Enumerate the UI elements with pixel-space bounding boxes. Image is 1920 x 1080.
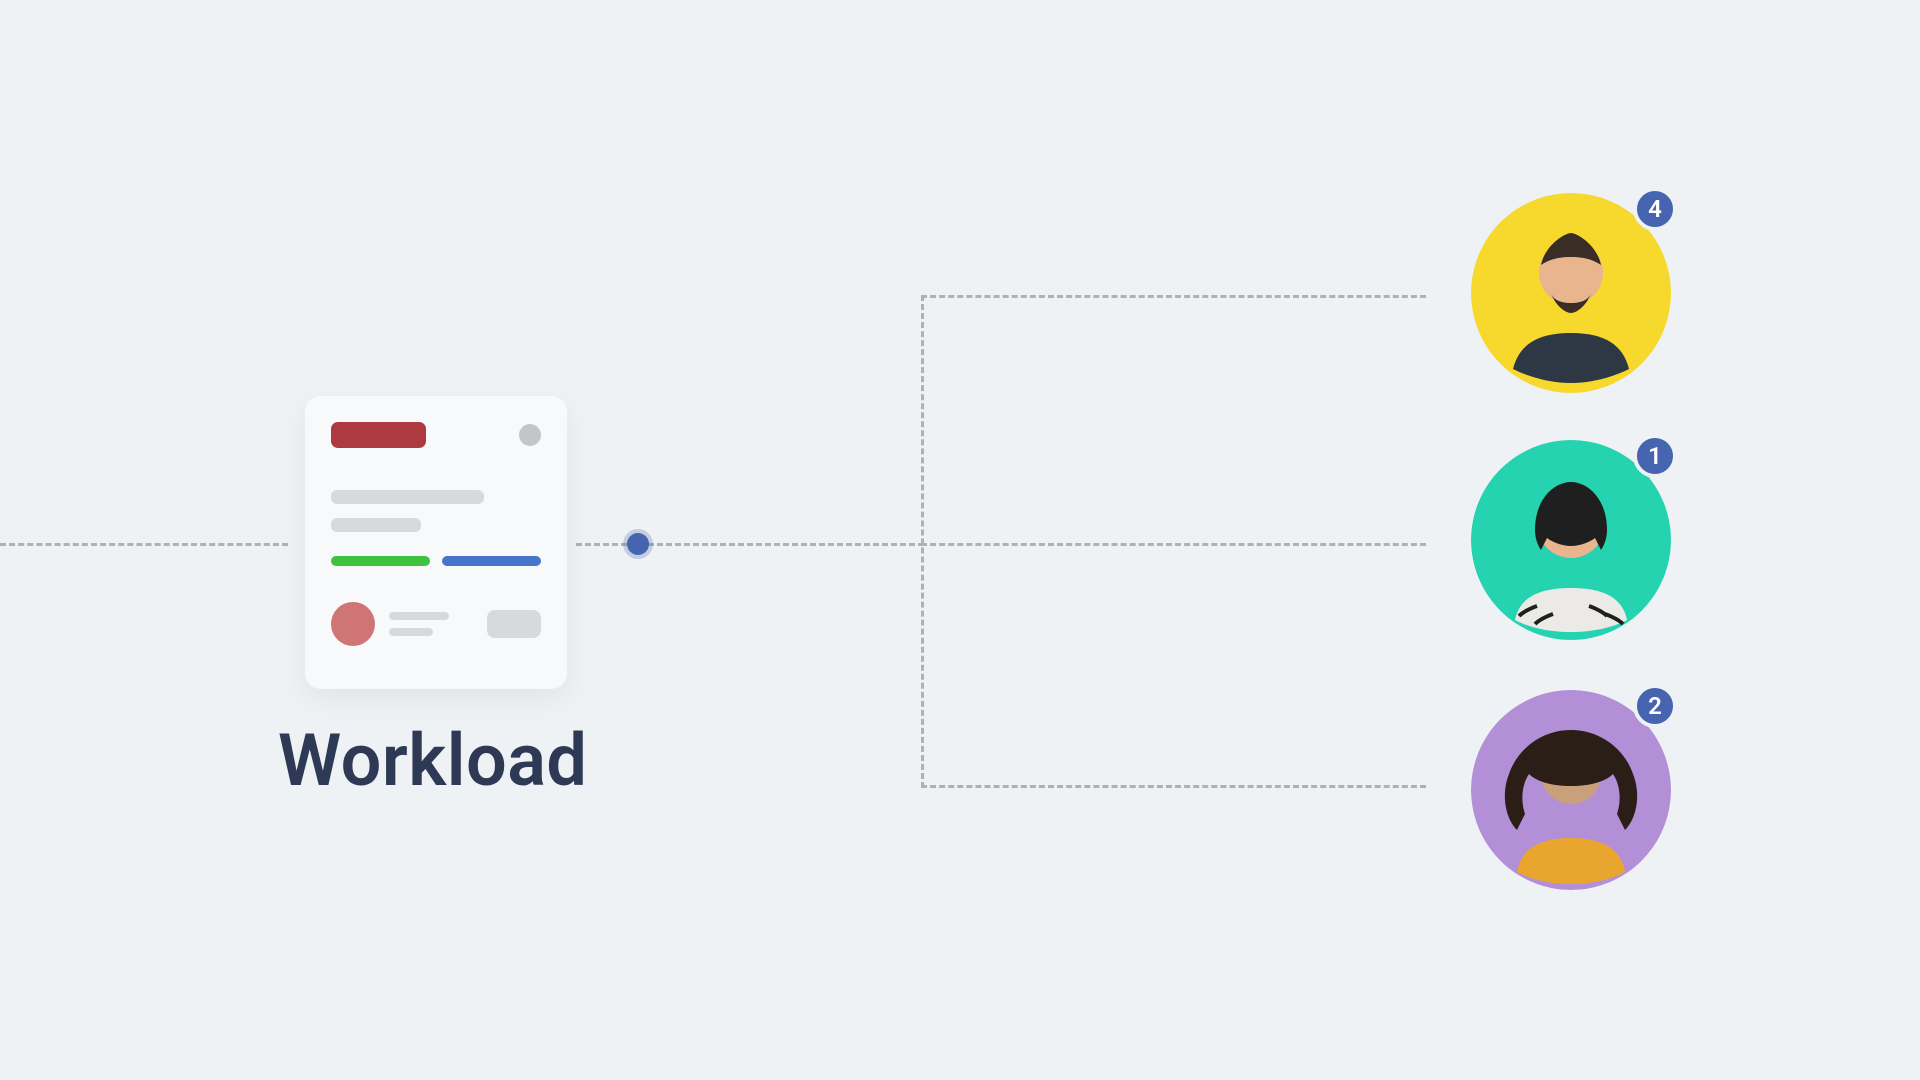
workload-title: Workload [278,718,587,803]
card-progress-blue [442,556,541,566]
connector-line [921,785,1426,788]
assignee-avatar: 2 [1471,690,1671,890]
workload-card [305,396,567,689]
connector-line [921,295,1426,298]
card-progress-green [331,556,430,566]
assignee-count-badge: 1 [1633,434,1677,478]
assignee-avatar: 1 [1471,440,1671,640]
card-meta [389,612,449,636]
card-text-line [331,518,421,532]
connector-line [0,543,288,546]
card-action-placeholder [487,610,541,638]
assignee-count-badge: 2 [1633,684,1677,728]
card-tag [331,422,426,448]
assignee-avatar: 4 [1471,193,1671,393]
card-avatar-icon [331,602,375,646]
connector-line [921,295,924,788]
assignee-count-badge: 4 [1633,187,1677,231]
connector-line [921,543,1426,546]
pulse-dot-icon [627,533,649,555]
card-text-line [331,490,484,504]
card-status-dot-icon [519,424,541,446]
